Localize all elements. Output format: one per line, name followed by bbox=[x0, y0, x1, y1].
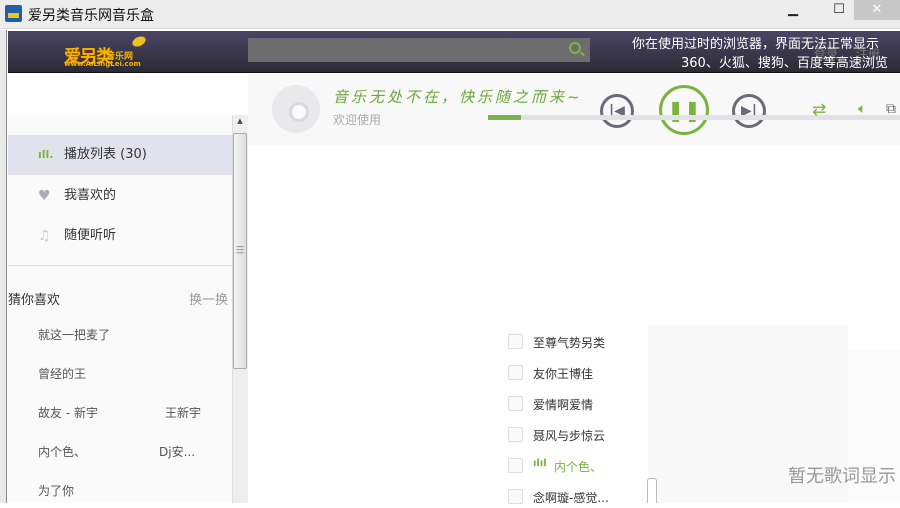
checkbox[interactable] bbox=[508, 458, 523, 473]
playlist-row[interactable]: 至尊气势另类 bbox=[508, 333, 648, 353]
recommendation-item[interactable]: 曾经的王 bbox=[38, 365, 86, 382]
volume-icon[interactable]: 🔈︎ bbox=[858, 101, 866, 117]
sidebar-item-random[interactable]: ♫ 随便听听 bbox=[8, 216, 232, 256]
app-icon bbox=[5, 5, 22, 22]
checkbox[interactable] bbox=[508, 365, 523, 380]
song-name: 内个色、 bbox=[554, 460, 603, 474]
song-name: 友你王博佳 bbox=[533, 367, 594, 381]
now-playing-title: 欢迎使用 bbox=[333, 113, 382, 127]
slogan: 音乐无处不在，快乐随之而来~ bbox=[333, 88, 583, 106]
next-button[interactable]: ▶| bbox=[732, 94, 766, 128]
song-name: 至尊气势另类 bbox=[533, 336, 606, 350]
progress-fill bbox=[488, 115, 521, 120]
playlist-row[interactable]: ılıl 内个色、 bbox=[508, 457, 648, 477]
logo[interactable]: 爱另类 音乐网 www.AiLingLei.com bbox=[62, 34, 177, 68]
search-input[interactable] bbox=[248, 38, 590, 62]
song-name: 爱情啊爱情 bbox=[533, 398, 594, 412]
window-frame bbox=[0, 30, 7, 503]
minimize-button[interactable]: ▁ bbox=[778, 0, 808, 20]
checkbox[interactable] bbox=[508, 396, 523, 411]
previous-button[interactable]: |◀ bbox=[600, 94, 634, 128]
close-button[interactable]: ✕ bbox=[854, 0, 900, 20]
refresh-recommendations-link[interactable]: 换一换 bbox=[189, 289, 228, 308]
divider bbox=[8, 265, 232, 266]
song-name: 聂风与步惊云 bbox=[533, 429, 606, 443]
recommendation-item[interactable]: 为了你 bbox=[38, 482, 74, 499]
browser-notice-line2: 360、火狐、搜狗、百度等高速浏览 bbox=[681, 56, 888, 71]
search-icon[interactable] bbox=[569, 42, 581, 54]
repeat-icon[interactable]: ⇄ bbox=[812, 100, 826, 120]
panel-resize-handle[interactable] bbox=[647, 478, 657, 503]
playlist-row[interactable]: 爱情啊爱情 bbox=[508, 395, 648, 415]
heart-icon: ♥ bbox=[38, 188, 51, 204]
song-name: 念啊璇-感觉... bbox=[533, 491, 609, 505]
pause-button[interactable]: ❚❚ bbox=[659, 85, 709, 135]
playlist-row[interactable]: 聂风与步惊云 bbox=[508, 426, 648, 446]
sidebar-item-favorites[interactable]: ♥ 我喜欢的 bbox=[8, 176, 232, 216]
maximize-button[interactable]: ☐ bbox=[824, 0, 854, 20]
logo-url: www.AiLingLei.com bbox=[64, 60, 141, 68]
checkbox[interactable] bbox=[508, 334, 523, 349]
scroll-up-arrow-icon[interactable]: ▲ bbox=[233, 117, 247, 127]
recommendation-artist[interactable]: Dj安... bbox=[159, 443, 195, 460]
guess-you-like-title: 猜你喜欢 bbox=[8, 293, 61, 308]
microphone-icon bbox=[130, 34, 148, 49]
music-note-icon: ♫ bbox=[38, 228, 51, 244]
browser-notice-line1: 你在使用过时的浏览器，界面无法正常显示 bbox=[632, 37, 880, 52]
sidebar-item-label: 随便听听 bbox=[64, 228, 117, 243]
playlist-row[interactable]: 友你王博佳 bbox=[508, 364, 648, 384]
popout-icon[interactable]: ⧉ bbox=[886, 101, 896, 117]
grip-icon: — — — bbox=[236, 242, 244, 257]
playlist-row[interactable]: 念啊璇-感觉... bbox=[508, 488, 648, 508]
album-disc-icon bbox=[272, 85, 320, 133]
recommendation-item[interactable]: 就这一把麦了 bbox=[38, 326, 110, 343]
bars-icon: ıll. bbox=[38, 148, 54, 161]
checkbox[interactable] bbox=[508, 489, 523, 504]
recommendation-artist[interactable]: 王新宇 bbox=[165, 404, 201, 421]
no-lyrics-text: 暂无歌词显示 bbox=[788, 466, 896, 487]
recommendation-item[interactable]: 内个色、 bbox=[38, 443, 86, 460]
sidebar-item-playlist[interactable]: ıll. 播放列表 (30) bbox=[8, 135, 232, 175]
checkbox[interactable] bbox=[508, 427, 523, 442]
progress-bar[interactable] bbox=[488, 115, 900, 120]
sidebar-top bbox=[8, 73, 248, 115]
playing-bars-icon: ılıl bbox=[533, 458, 547, 469]
sidebar-item-label: 播放列表 (30) bbox=[64, 147, 147, 162]
sidebar-item-label: 我喜欢的 bbox=[64, 188, 117, 203]
window-title: 爱另类音乐网音乐盒 bbox=[28, 8, 154, 24]
player-bar bbox=[248, 73, 900, 145]
recommendation-item[interactable]: 故友 - 新宇 bbox=[38, 404, 98, 421]
